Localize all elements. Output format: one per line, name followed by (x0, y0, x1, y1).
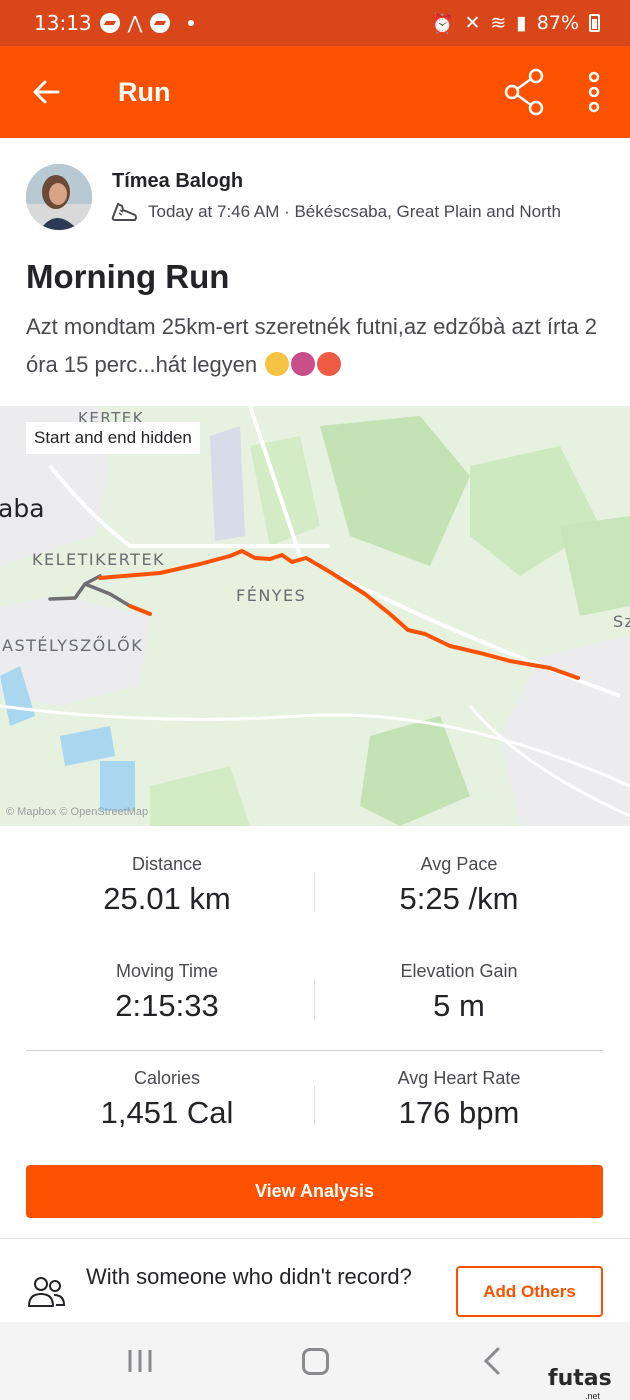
nav-back-icon[interactable] (482, 1346, 502, 1376)
app-bar: Run (0, 46, 630, 138)
map-label-fenyes: FÉNYES (236, 586, 307, 605)
stat-label: Avg Heart Rate (397, 1068, 521, 1088)
messenger-icon (99, 13, 120, 33)
stat-label: Avg Pace (420, 854, 498, 874)
avatar[interactable] (26, 164, 92, 230)
map-canvas (0, 406, 630, 826)
add-others-button[interactable]: Add Others (456, 1266, 603, 1317)
activity-description: Azt mondtam 25km-ert szeretnék futni,az … (26, 308, 616, 384)
map-label-kastelyszolok: ASTÉLYSZŐLŐK (2, 636, 144, 655)
system-nav-bar: futas .net (0, 1322, 630, 1400)
stat-elevation-gain: Elevation Gain 5 m (314, 961, 604, 1024)
share-icon (504, 68, 544, 116)
stat-distance: Distance 25.01 km (22, 854, 312, 917)
watermark-suffix: .net (585, 1391, 601, 1400)
activity-meta-text: Today at 7:46 AM · Békéscsaba, Great Pla… (148, 202, 561, 221)
more-notifications-dot-icon (188, 20, 195, 26)
route-map[interactable]: KERTEK Start and end hidden aba KELETIKE… (0, 406, 630, 826)
stat-value: 176 bpm (398, 1095, 520, 1130)
watermark-logo: futas (548, 1366, 612, 1391)
messenger-icon-2 (150, 13, 171, 33)
back-button[interactable] (0, 46, 92, 138)
stat-value: 5:25 /km (399, 881, 519, 916)
activity-meta: Today at 7:46 AM · Békéscsaba, Great Pla… (110, 200, 561, 224)
map-attribution[interactable]: © Mapbox © OpenStreetMap (6, 806, 148, 818)
more-options-button[interactable] (578, 68, 610, 116)
mute-icon: ✕ (464, 12, 481, 34)
activity-title: Morning Run (26, 258, 230, 295)
status-bar: 13:13 ⋀ ⏰ ✕ ≋ ▮ 87% (0, 0, 630, 46)
stat-avg-heart-rate: Avg Heart Rate 176 bpm (314, 1068, 604, 1131)
more-vertical-icon (588, 71, 600, 113)
emoji-hot-face-icon (317, 352, 342, 376)
map-label-keletikertek: KELETIKERTEK (32, 550, 166, 569)
stat-label: Distance (131, 854, 203, 874)
stat-value: 1,451 Cal (100, 1095, 234, 1130)
emoji-monocle-icon (265, 352, 290, 376)
home-icon[interactable] (302, 1348, 329, 1375)
stat-avg-pace: Avg Pace 5:25 /km (314, 854, 604, 917)
stat-moving-time: Moving Time 2:15:33 (22, 961, 312, 1024)
back-arrow-icon (33, 80, 60, 104)
stats-divider (26, 1050, 603, 1051)
emoji-facepalm-icon (291, 352, 316, 376)
stat-label: Calories (133, 1068, 201, 1088)
stat-value: 25.01 km (103, 881, 231, 916)
stat-calories: Calories 1,451 Cal (22, 1068, 312, 1131)
battery-icon (589, 14, 600, 32)
athlete-name[interactable]: Tímea Balogh (112, 170, 243, 193)
stat-label: Moving Time (115, 961, 219, 981)
avatar-photo (26, 164, 92, 230)
stat-label: Elevation Gain (400, 961, 518, 981)
share-button[interactable] (500, 68, 548, 116)
strava-notification-icon: ⋀ (127, 12, 143, 34)
battery-percent: 87% (536, 12, 579, 34)
signal-icon: ▮ (516, 12, 527, 34)
status-time: 13:13 (34, 11, 92, 35)
alarm-icon: ⏰ (430, 12, 455, 35)
map-label-edge: Sz (613, 612, 630, 631)
status-left: 13:13 ⋀ (34, 11, 195, 35)
group-people-icon (28, 1277, 66, 1307)
stat-value: 2:15:33 (115, 988, 219, 1023)
with-someone-text: With someone who didn't record? (86, 1264, 412, 1289)
page-title: Run (118, 76, 171, 107)
status-right: ⏰ ✕ ≋ ▮ 87% (431, 12, 600, 35)
view-analysis-button[interactable]: View Analysis (26, 1165, 603, 1218)
section-divider (0, 1238, 630, 1239)
recents-icon[interactable] (126, 1348, 154, 1374)
run-shoe-icon (111, 203, 137, 221)
privacy-chip: Start and end hidden (26, 422, 200, 454)
map-label-aba: aba (0, 494, 45, 523)
wifi-icon: ≋ (490, 12, 507, 34)
stat-value: 5 m (433, 988, 485, 1023)
